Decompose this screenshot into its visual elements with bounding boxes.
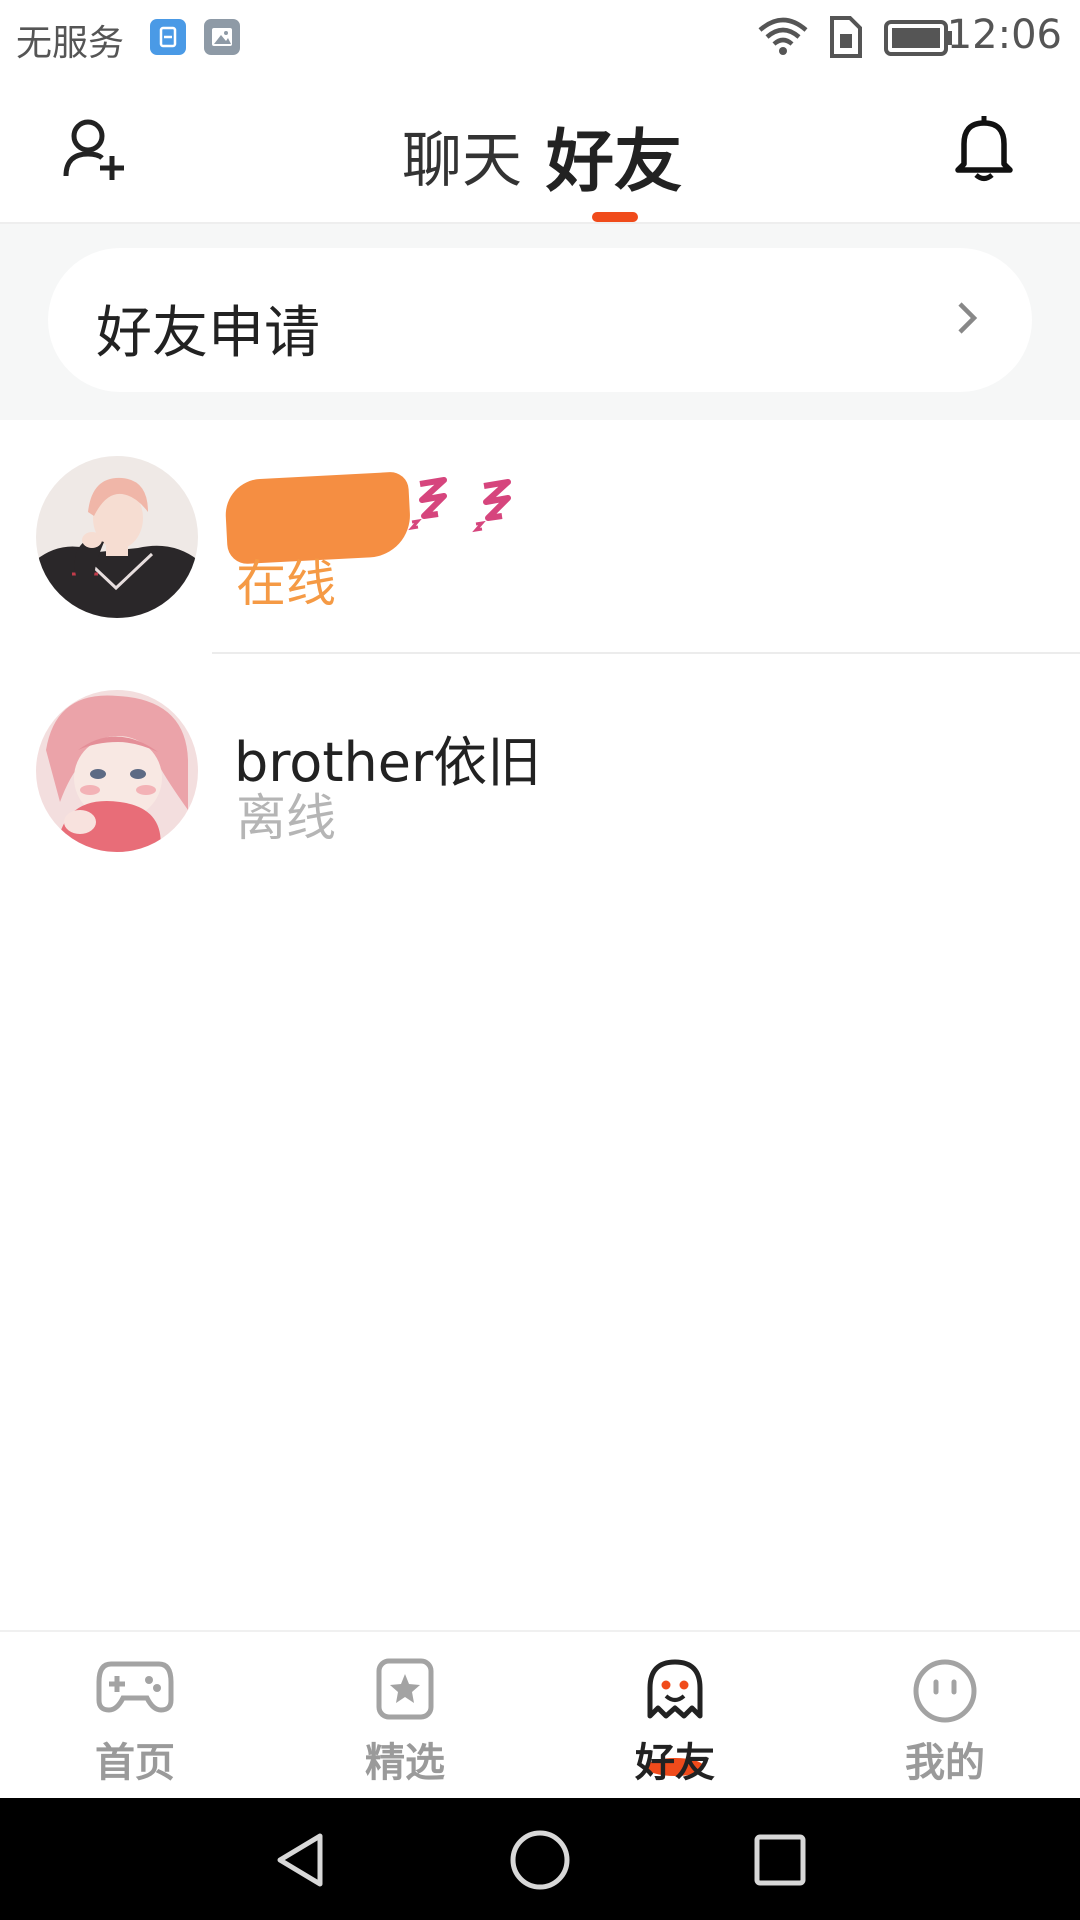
- avatar: [36, 690, 198, 852]
- avatar: [36, 456, 198, 618]
- system-nav-bar: [0, 1798, 1080, 1920]
- home-icon[interactable]: [508, 1828, 572, 1896]
- nav-featured[interactable]: 精选: [270, 1632, 540, 1800]
- bottom-nav: 首页 精选 好友 我的: [0, 1630, 1080, 1800]
- app-notification-icon: [150, 19, 186, 55]
- nav-me-label: 我的: [905, 1740, 985, 1786]
- tab-chat[interactable]: 聊天: [402, 112, 522, 199]
- ghost-icon: [644, 1658, 706, 1726]
- wifi-icon: [756, 16, 810, 62]
- nav-home-label: 首页: [95, 1740, 175, 1786]
- smiley-icon: [912, 1658, 978, 1728]
- header: 聊天 好友: [0, 76, 1080, 224]
- carrier-label: 无服务: [16, 23, 125, 64]
- nav-featured-label: 精选: [365, 1740, 445, 1786]
- offline-status: 离线: [236, 789, 336, 847]
- recents-icon[interactable]: [752, 1832, 808, 1892]
- nav-friends[interactable]: 好友: [540, 1632, 810, 1800]
- clock: 12:06: [946, 12, 1062, 58]
- sleeping-icon: [408, 476, 532, 544]
- friend-row[interactable]: 在线: [0, 420, 1080, 654]
- chevron-right-icon: [954, 298, 980, 342]
- status-bar: 无服务 12:06: [0, 0, 1080, 76]
- sim-icon: [828, 16, 864, 62]
- online-status: 在线: [236, 555, 336, 613]
- friend-request-label: 好友申请: [96, 301, 320, 366]
- friend-row[interactable]: brother依旧 离线: [0, 654, 1080, 888]
- bell-icon[interactable]: [954, 114, 1014, 186]
- star-icon: [375, 1658, 435, 1724]
- back-icon[interactable]: [272, 1830, 328, 1894]
- battery-icon: [884, 20, 954, 60]
- nav-friends-label: 好友: [635, 1740, 715, 1786]
- friend-request-section: 好友申请: [0, 224, 1080, 420]
- nav-me[interactable]: 我的: [810, 1632, 1080, 1800]
- tab-indicator: [592, 212, 638, 222]
- add-friend-icon[interactable]: [62, 118, 128, 186]
- friend-request-button[interactable]: 好友申请: [48, 248, 1032, 392]
- nav-home[interactable]: 首页: [0, 1632, 270, 1800]
- gamepad-icon: [95, 1658, 175, 1718]
- tab-friends[interactable]: 好友: [546, 106, 682, 205]
- image-notification-icon: [204, 19, 240, 55]
